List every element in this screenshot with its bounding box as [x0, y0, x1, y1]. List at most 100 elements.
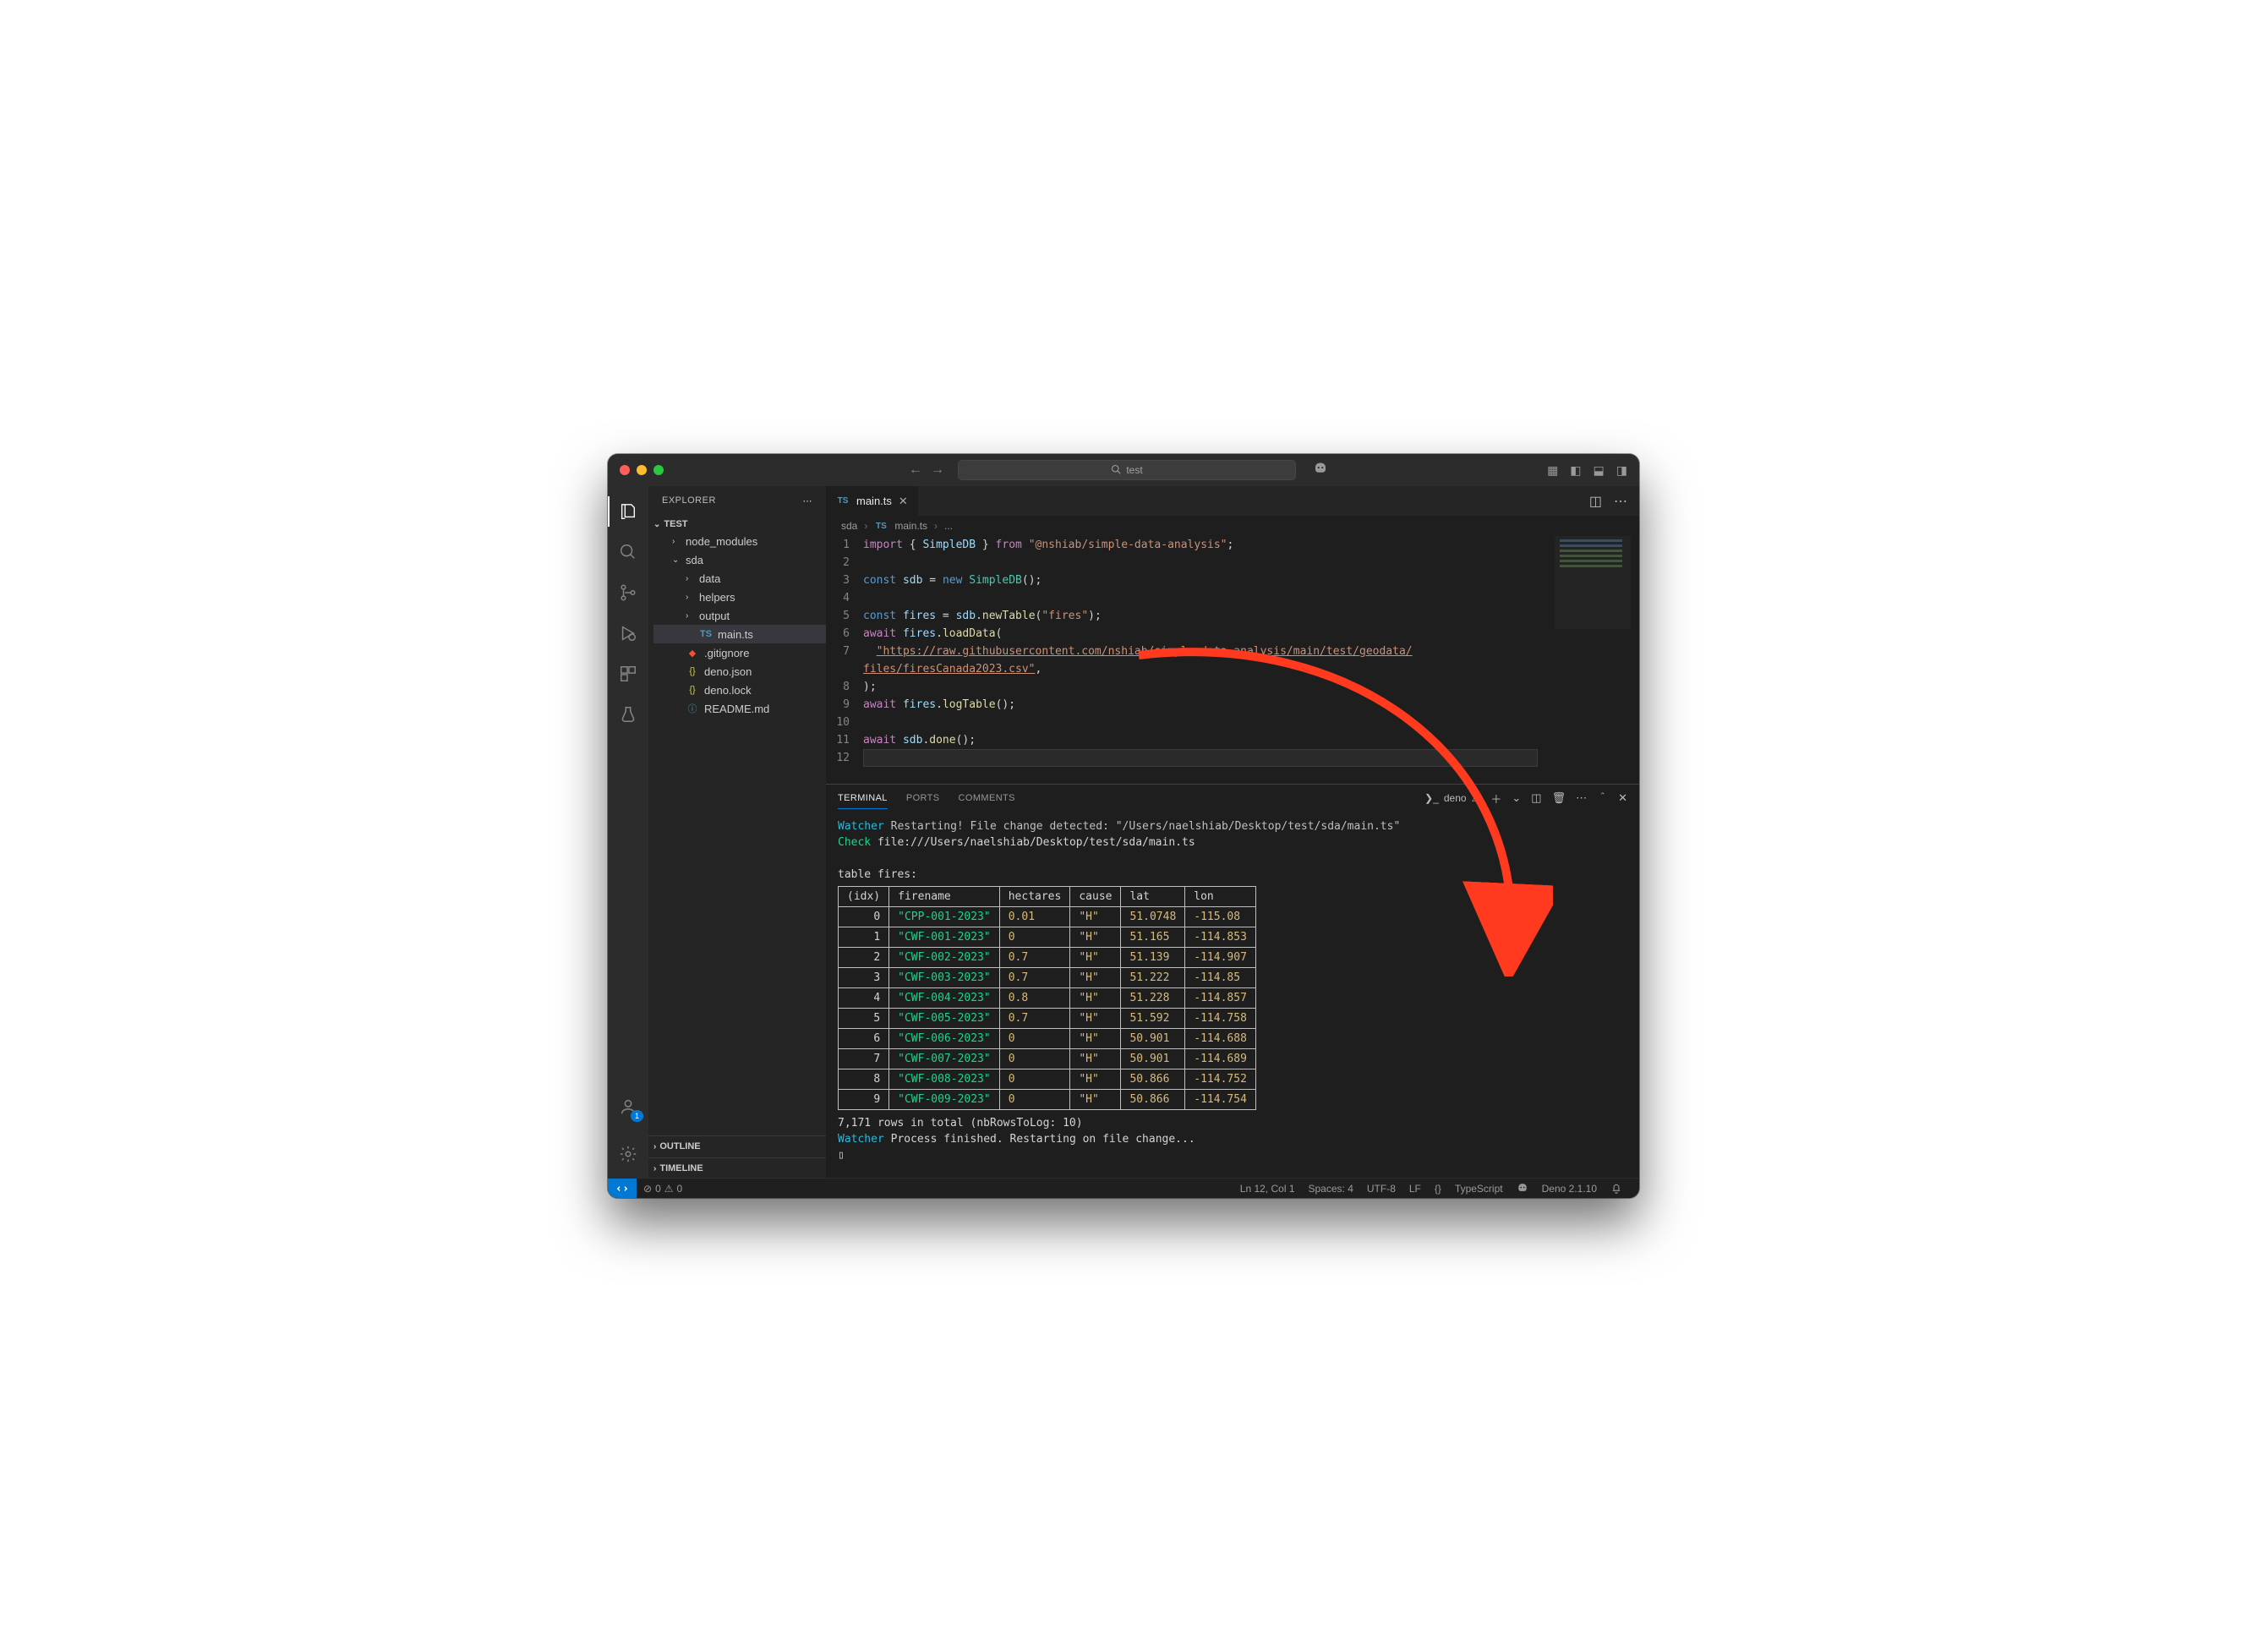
status-deno[interactable]: Deno 2.1.10	[1535, 1183, 1604, 1195]
ts-file-icon: TS	[836, 496, 850, 506]
status-encoding[interactable]: UTF-8	[1360, 1183, 1402, 1195]
split-terminal-icon[interactable]: ◫	[1531, 791, 1541, 805]
tree-file-deno-json[interactable]: {}deno.json	[653, 662, 826, 681]
more-actions-icon[interactable]: ⋯	[1576, 791, 1587, 805]
tree-folder-data[interactable]: ›data	[653, 569, 826, 588]
split-editor-icon[interactable]: ◫	[1589, 493, 1602, 510]
terminal-output[interactable]: Watcher Restarting! File change detected…	[826, 812, 1639, 1178]
fullscreen-window-button[interactable]	[653, 465, 664, 475]
sidebar-more-icon[interactable]: ⋯	[803, 495, 813, 506]
panel-tab-comments[interactable]: COMMENTS	[959, 788, 1015, 808]
close-window-button[interactable]	[620, 465, 630, 475]
status-right: Ln 12, Col 1 Spaces: 4 UTF-8 LF {} TypeS…	[1233, 1183, 1629, 1195]
ts-file-icon: TS	[699, 629, 713, 639]
copilot-icon[interactable]	[1313, 462, 1328, 479]
chevron-down-icon: ⌄	[672, 555, 681, 565]
tree-folder-node-modules[interactable]: ›node_modules	[653, 532, 826, 550]
sidebar-header: EXPLORER ⋯	[648, 486, 826, 515]
remote-indicator[interactable]	[608, 1179, 637, 1198]
close-panel-icon[interactable]: ✕	[1618, 791, 1627, 805]
activity-search[interactable]	[608, 533, 648, 571]
close-tab-icon[interactable]: ✕	[899, 495, 908, 508]
chevron-right-icon: ›	[686, 574, 694, 583]
status-copilot-icon[interactable]	[1510, 1183, 1535, 1195]
traffic-lights	[620, 465, 664, 475]
minimap[interactable]	[1555, 536, 1631, 629]
vscode-window: ← → test ▦ ◧ ⬓ ◨	[608, 454, 1639, 1198]
chevron-right-icon: ›	[653, 1164, 656, 1173]
file-tree: ›node_modules ⌄sda ›data ›helpers ›outpu…	[648, 532, 826, 718]
accounts-badge: 1	[631, 1110, 643, 1122]
table-row: 6"CWF-006-2023"0"H"50.901-114.688	[839, 1029, 1256, 1049]
tab-strip: TS main.ts ✕ ◫ ⋯	[826, 486, 1639, 516]
chevron-right-icon: ›	[653, 1142, 656, 1151]
table-row: 7"CWF-007-2023"0"H"50.901-114.689	[839, 1049, 1256, 1069]
titlebar-right: ▦ ◧ ⬓ ◨	[1547, 463, 1627, 478]
status-braces[interactable]: {}	[1428, 1183, 1448, 1195]
json-file-icon: {}	[686, 666, 699, 676]
editor-group: TS main.ts ✕ ◫ ⋯ sda› TS main.ts› ... 12…	[826, 486, 1639, 1178]
line-gutter: 123456789101112	[826, 536, 863, 767]
activity-extensions[interactable]	[608, 655, 648, 692]
table-row: 2"CWF-002-2023"0.7"H"51.139-114.907	[839, 948, 1256, 968]
command-center[interactable]: test	[958, 460, 1296, 480]
toggle-secondary-sidebar-icon[interactable]: ◨	[1616, 463, 1627, 478]
activity-accounts[interactable]: 1	[608, 1088, 648, 1125]
maximize-panel-icon[interactable]: ＾	[1597, 790, 1608, 807]
outline-section[interactable]: ›OUTLINE	[648, 1134, 826, 1156]
status-indentation[interactable]: Spaces: 4	[1302, 1183, 1360, 1195]
kill-terminal-icon[interactable]: 🗑	[1552, 791, 1566, 805]
tree-folder-sda[interactable]: ⌄sda	[653, 550, 826, 569]
terminal-dropdown-icon[interactable]: ⌄	[1512, 791, 1521, 805]
terminal-profile[interactable]: ❯_ deno ⚠	[1424, 792, 1480, 804]
search-icon	[1111, 464, 1121, 477]
tree-file-deno-lock[interactable]: {}deno.lock	[653, 681, 826, 699]
activity-run-debug[interactable]	[608, 615, 648, 652]
tab-label: main.ts	[856, 495, 892, 507]
tab-main-ts[interactable]: TS main.ts ✕	[826, 486, 919, 516]
ts-file-icon: TS	[874, 522, 888, 531]
toggle-primary-sidebar-icon[interactable]: ◧	[1570, 463, 1581, 478]
status-language[interactable]: TypeScript	[1448, 1183, 1510, 1195]
more-actions-icon[interactable]: ⋯	[1614, 493, 1627, 510]
timeline-section[interactable]: ›TIMELINE	[648, 1156, 826, 1178]
nav-arrows: ← →	[909, 462, 944, 478]
activity-explorer[interactable]	[608, 493, 648, 530]
status-notifications-icon[interactable]	[1604, 1183, 1629, 1195]
table-row: 9"CWF-009-2023"0"H"50.866-114.754	[839, 1090, 1256, 1110]
status-eol[interactable]: LF	[1402, 1183, 1428, 1195]
terminal-icon: ❯_	[1424, 792, 1439, 804]
chevron-right-icon: ›	[686, 611, 694, 621]
nav-back-icon[interactable]: ←	[909, 462, 922, 478]
tree-file-main-ts[interactable]: TSmain.ts	[653, 625, 826, 643]
search-text: test	[1126, 464, 1142, 476]
tree-folder-output[interactable]: ›output	[653, 606, 826, 625]
chevron-down-icon: ⌄	[653, 520, 660, 529]
warning-icon: ⚠	[664, 1183, 674, 1195]
minimize-window-button[interactable]	[637, 465, 647, 475]
activity-settings[interactable]	[608, 1135, 648, 1173]
status-cursor-position[interactable]: Ln 12, Col 1	[1233, 1183, 1302, 1195]
activity-testing[interactable]	[608, 696, 648, 733]
table-row: 1"CWF-001-2023"0"H"51.165-114.853	[839, 927, 1256, 948]
code-content: import { SimpleDB } from "@nshiab/simple…	[863, 536, 1639, 767]
explorer-root[interactable]: ⌄ TEST	[648, 517, 826, 532]
breadcrumbs[interactable]: sda› TS main.ts› ...	[826, 516, 1639, 536]
chevron-right-icon: ›	[672, 537, 681, 546]
panel-tab-terminal[interactable]: TERMINAL	[838, 788, 888, 809]
nav-forward-icon[interactable]: →	[931, 462, 944, 478]
tree-folder-helpers[interactable]: ›helpers	[653, 588, 826, 606]
layout-customize-icon[interactable]: ▦	[1547, 463, 1558, 478]
titlebar: ← → test ▦ ◧ ⬓ ◨	[608, 454, 1639, 486]
info-file-icon: ⓘ	[686, 702, 699, 715]
git-file-icon: ◆	[686, 648, 699, 659]
activity-source-control[interactable]	[608, 574, 648, 611]
tree-file-readme[interactable]: ⓘREADME.md	[653, 699, 826, 718]
status-problems[interactable]: ⊘0 ⚠0	[637, 1183, 689, 1195]
new-terminal-icon[interactable]: ＋	[1490, 790, 1501, 807]
tree-file-gitignore[interactable]: ◆.gitignore	[653, 643, 826, 662]
code-editor[interactable]: 123456789101112 import { SimpleDB } from…	[826, 536, 1639, 767]
chevron-right-icon: ›	[686, 593, 694, 602]
panel-tab-ports[interactable]: PORTS	[906, 788, 940, 808]
toggle-panel-icon[interactable]: ⬓	[1594, 463, 1605, 478]
